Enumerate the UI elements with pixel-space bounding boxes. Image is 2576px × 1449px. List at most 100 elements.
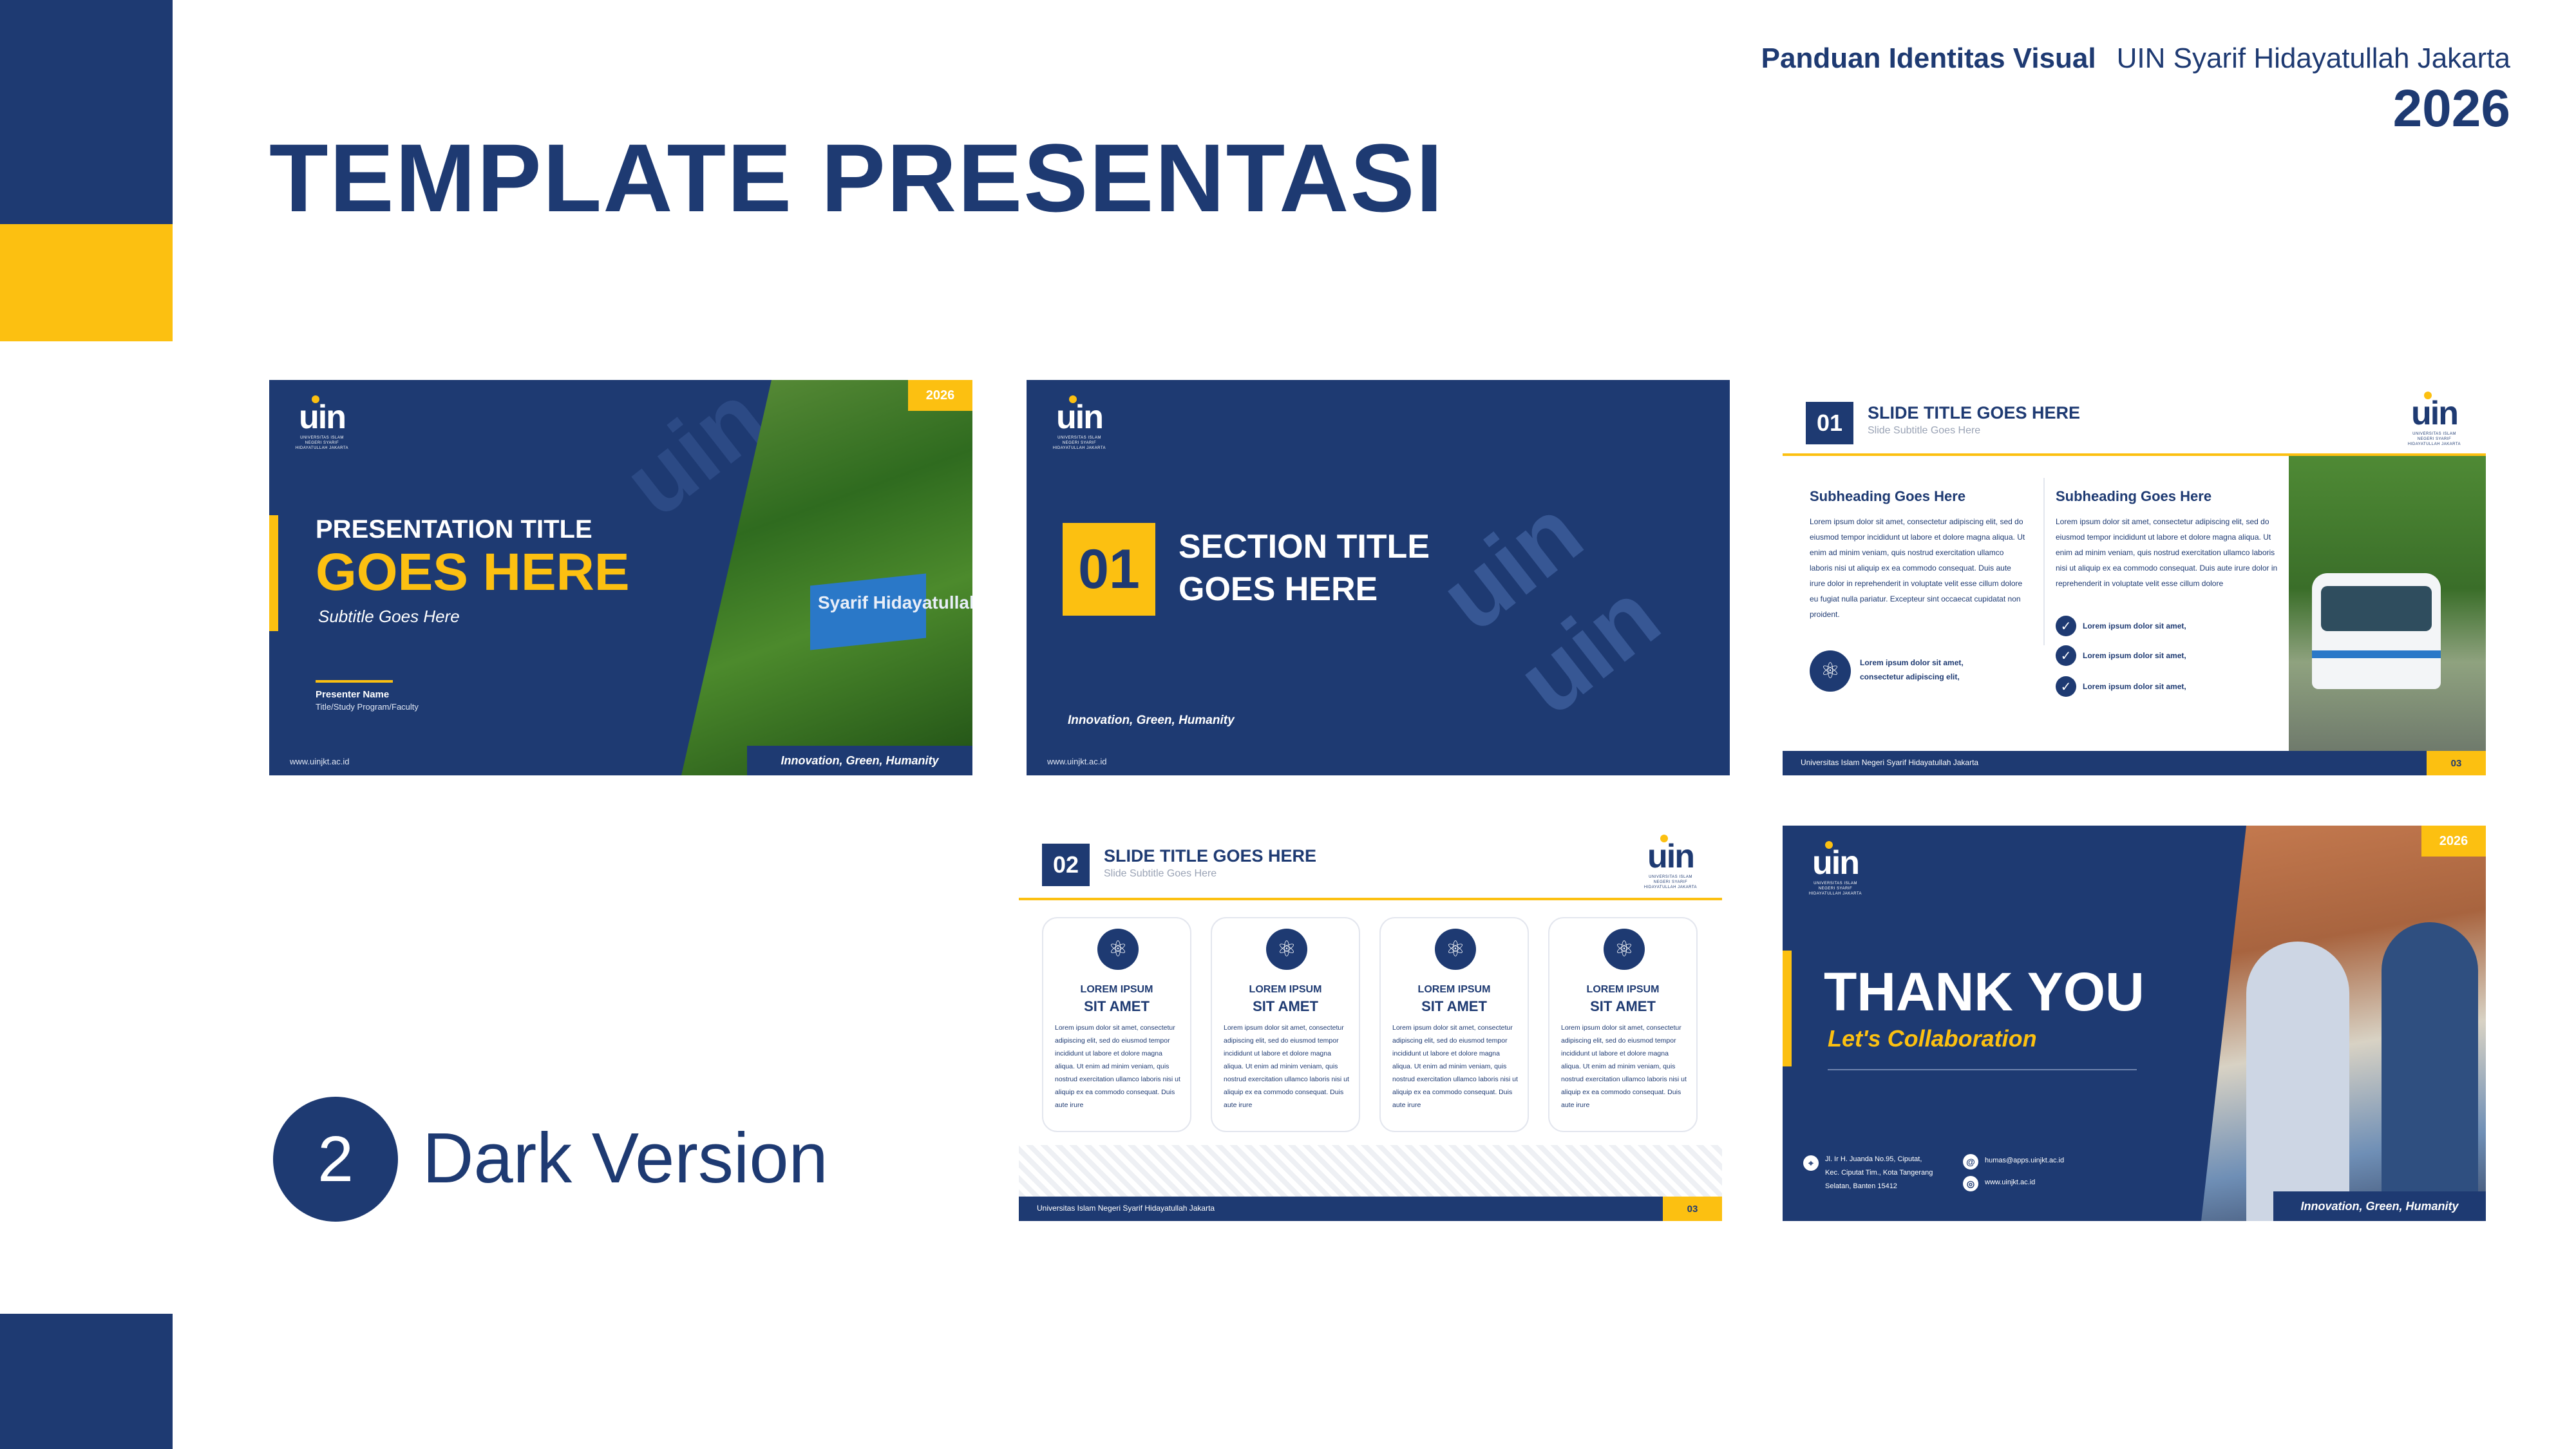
address: Jl. Ir H. Juanda No.95, Ciputat, Kec. Ci… xyxy=(1825,1153,1933,1193)
checklist-item: Lorem ipsum dolor sit amet, xyxy=(2083,651,2186,660)
version-number-badge: 2 xyxy=(273,1097,398,1222)
bus-stripe xyxy=(2312,650,2441,658)
year-tag: 2026 xyxy=(908,380,972,411)
address-line1: Jl. Ir H. Juanda No.95, Ciputat, xyxy=(1825,1155,1922,1163)
card-body: Lorem ipsum dolor sit amet, consectetur … xyxy=(1055,1024,1180,1109)
page-number: 03 xyxy=(2427,751,2486,775)
card-body: Lorem ipsum dolor sit amet, consectetur … xyxy=(1224,1024,1349,1109)
slide-number-box: 01 xyxy=(1806,402,1853,444)
uin-logo: uin UNIVERSITAS ISLAM NEGERI SYARIF HIDA… xyxy=(292,395,352,451)
logo-word: uin xyxy=(1056,399,1104,436)
left-body-text: Lorem ipsum dolor sit amet, consectetur … xyxy=(1810,517,2025,619)
logo-subtext: UNIVERSITAS ISLAM NEGERI SYARIF HIDAYATU… xyxy=(1643,875,1698,889)
campus-sign-text: Syarif Hidayatullah Jakarta xyxy=(818,592,972,612)
card-title-line1: LOREM IPSUM xyxy=(1586,984,1660,995)
slide-title-preview: uin uin Syarif Hidayatullah Jakarta 2026… xyxy=(269,380,972,775)
decorative-pattern-strip xyxy=(1019,1145,1722,1197)
footer-bar: Universitas Islam Negeri Syarif Hidayatu… xyxy=(1019,1197,1722,1221)
info-card: ⚛ LOREM IPSUM SIT AMET Lorem ipsum dolor… xyxy=(1042,917,1191,1132)
slide-subtitle: Slide Subtitle Goes Here xyxy=(1868,425,1981,436)
right-body-text: Lorem ipsum dolor sit amet, consectetur … xyxy=(2056,517,2278,588)
slide-content-preview: 01 SLIDE TITLE GOES HERE Slide Subtitle … xyxy=(1783,380,2486,775)
header-rule xyxy=(1019,898,1722,900)
section-title-line1: SECTION TITLE xyxy=(1179,528,1430,565)
decorative-bar-navy-top xyxy=(0,0,173,224)
slide-number-box: 02 xyxy=(1042,844,1090,886)
uin-logo: uin UNIVERSITAS ISLAM NEGERI SYARIF HIDA… xyxy=(1050,395,1109,451)
slide-section-preview: uin uin uin UNIVERSITAS ISLAM NEGERI SYA… xyxy=(1027,380,1730,775)
column-divider xyxy=(2043,478,2045,645)
footer-institution: Universitas Islam Negeri Syarif Hidayatu… xyxy=(1037,1204,1215,1213)
thank-you-title: THANK YOU xyxy=(1824,961,2145,1022)
uin-logo: uin UNIVERSITAS ISLAM NEGERI SYARIF HIDA… xyxy=(2405,392,2464,447)
slide-title: SLIDE TITLE GOES HERE xyxy=(1104,846,1317,866)
info-card: ⚛ LOREM IPSUM SIT AMET Lorem ipsum dolor… xyxy=(1211,917,1360,1132)
footer-institution: Universitas Islam Negeri Syarif Hidayatu… xyxy=(1801,758,1979,767)
tagline-bar: Innovation, Green, Humanity xyxy=(2273,1191,2486,1221)
card-title-line1: LOREM IPSUM xyxy=(1417,984,1491,995)
card-title-line2: SIT AMET xyxy=(1253,998,1318,1014)
right-subheading: Subheading Goes Here xyxy=(2056,488,2212,504)
accent-bar xyxy=(269,515,278,631)
atom-icon: ⚛ xyxy=(1266,929,1307,970)
tagline: Innovation, Green, Humanity xyxy=(1068,714,1235,727)
slide-cards-preview: 02 SLIDE TITLE GOES HERE Slide Subtitle … xyxy=(1019,826,1722,1221)
website-url: www.uinjkt.ac.id xyxy=(1047,757,1107,766)
section-title: SECTION TITLE GOES HERE xyxy=(1179,526,1430,611)
page-number: 03 xyxy=(1663,1197,1722,1221)
logo-word: uin xyxy=(1647,838,1695,875)
version-label: Dark Version xyxy=(422,1119,828,1198)
card-title-line2: SIT AMET xyxy=(1084,998,1150,1014)
footer-bar: Universitas Islam Negeri Syarif Hidayatu… xyxy=(1783,751,2486,775)
header-year: 2026 xyxy=(2392,79,2510,138)
address-line3: Selatan, Banten 15412 xyxy=(1825,1182,1897,1190)
header-line: Panduan Identitas Visual UIN Syarif Hiday… xyxy=(1761,43,2510,75)
student-figure xyxy=(2382,922,2478,1221)
decorative-bar-navy-bottom xyxy=(0,1314,173,1449)
atom-icon: ⚛ xyxy=(1810,650,1851,692)
logo-subtext: UNIVERSITAS ISLAM NEGERI SYARIF HIDAYATU… xyxy=(295,436,349,450)
bus-window xyxy=(2321,586,2432,631)
student-figure xyxy=(2246,942,2349,1221)
website-url: www.uinjkt.ac.id xyxy=(290,757,350,766)
website-url: www.uinjkt.ac.id xyxy=(1985,1179,2036,1186)
thank-you-subtitle: Let's Collaboration xyxy=(1828,1025,2037,1052)
card-title-line2: SIT AMET xyxy=(1590,998,1656,1014)
check-icon: ✓ xyxy=(2056,645,2076,666)
check-icon: ✓ xyxy=(2056,676,2076,697)
header-document-name: Panduan Identitas Visual xyxy=(1761,43,2096,74)
logo-subtext: UNIVERSITAS ISLAM NEGERI SYARIF HIDAYATU… xyxy=(2407,432,2461,446)
page-title: TEMPLATE PRESENTASI xyxy=(269,124,1444,232)
accent-bar xyxy=(1783,951,1792,1066)
presenter-program: Title/Study Program/Faculty xyxy=(316,702,419,712)
check-icon: ✓ xyxy=(2056,616,2076,636)
info-card: ⚛ LOREM IPSUM SIT AMET Lorem ipsum dolor… xyxy=(1548,917,1698,1132)
checklist-item: Lorem ipsum dolor sit amet, xyxy=(2083,621,2186,630)
icon-caption-line2: consectetur adipiscing elit, xyxy=(1860,672,1960,681)
presentation-title-line1: PRESENTATION TITLE xyxy=(316,515,592,544)
logo-subtext: UNIVERSITAS ISLAM NEGERI SYARIF HIDAYATU… xyxy=(1808,882,1862,896)
checklist-item: Lorem ipsum dolor sit amet, xyxy=(2083,682,2186,691)
atom-icon: ⚛ xyxy=(1435,929,1476,970)
icon-caption-line1: Lorem ipsum dolor sit amet, xyxy=(1860,658,1964,667)
presenter-name: Presenter Name xyxy=(316,689,390,700)
tagline-bar: Innovation, Green, Humanity xyxy=(747,746,972,775)
presenter-rule xyxy=(316,680,393,683)
atom-icon: ⚛ xyxy=(1604,929,1645,970)
slide-subtitle: Slide Subtitle Goes Here xyxy=(1104,868,1217,879)
uin-logo: uin UNIVERSITAS ISLAM NEGERI SYARIF HIDA… xyxy=(1641,835,1700,890)
atom-icon: ⚛ xyxy=(1097,929,1139,970)
globe-icon: ◎ xyxy=(1963,1176,1978,1191)
logo-subtext: UNIVERSITAS ISLAM NEGERI SYARIF HIDAYATU… xyxy=(1052,436,1106,450)
card-body: Lorem ipsum dolor sit amet, consectetur … xyxy=(1561,1024,1687,1109)
slide-closing-preview: 2026 uin UNIVERSITAS ISLAM NEGERI SYARIF… xyxy=(1783,826,2486,1221)
logo-word: uin xyxy=(2411,395,2459,432)
email-address: humas@apps.uinjkt.ac.id xyxy=(1985,1157,2065,1164)
logo-word: uin xyxy=(299,399,346,436)
year-tag: 2026 xyxy=(2421,826,2486,857)
header-institution: UIN Syarif Hidayatullah Jakarta xyxy=(2116,43,2510,74)
presentation-title-line2: GOES HERE xyxy=(316,543,630,601)
card-title-line1: LOREM IPSUM xyxy=(1249,984,1322,995)
email-icon: @ xyxy=(1963,1154,1978,1170)
uin-logo: uin UNIVERSITAS ISLAM NEGERI SYARIF HIDA… xyxy=(1806,841,1865,896)
